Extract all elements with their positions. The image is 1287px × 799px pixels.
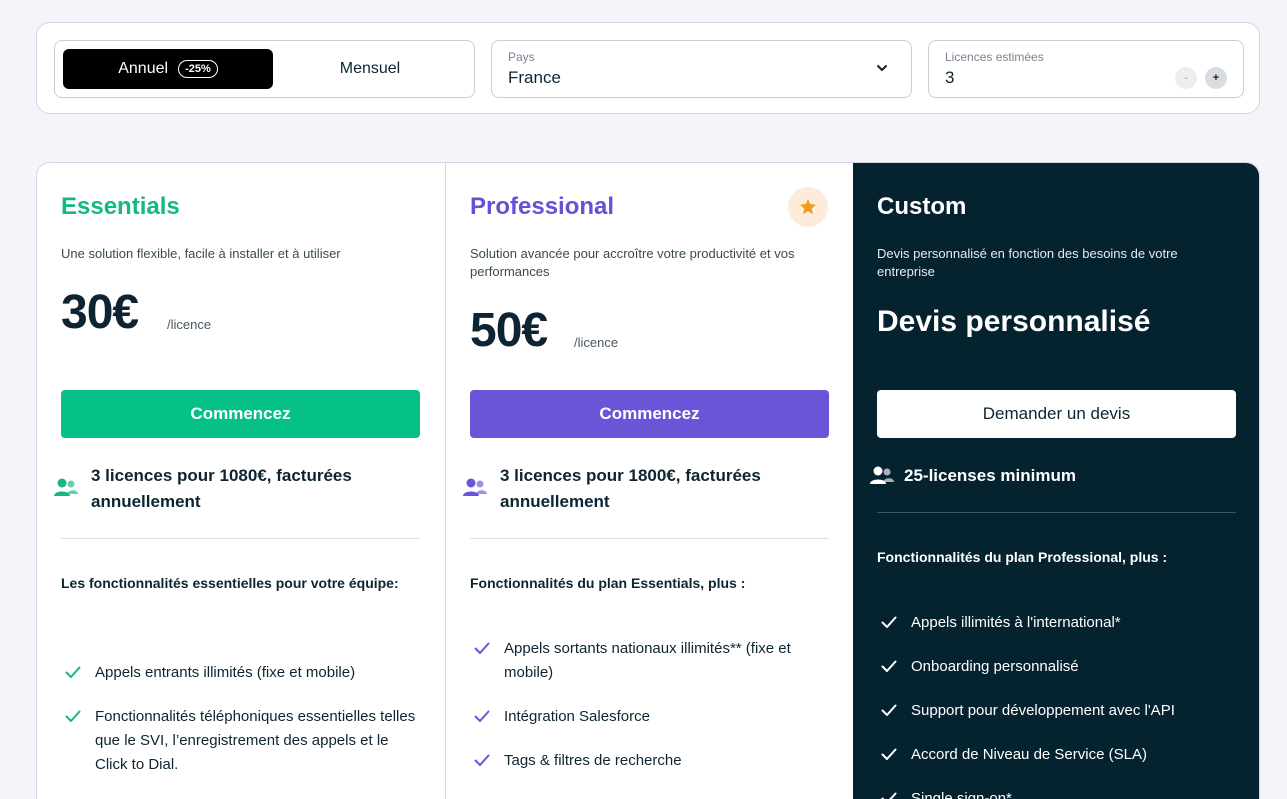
check-icon	[881, 616, 897, 628]
country-label: Pays	[508, 50, 535, 64]
feature-text: Onboarding personnalisé	[911, 658, 1079, 675]
chevron-down-icon[interactable]	[875, 61, 889, 75]
check-icon	[881, 792, 897, 799]
licence-summary: 25-licenses minimum	[904, 466, 1076, 485]
pricing-plans: Essentials Une solution flexible, facile…	[36, 162, 1260, 799]
divider	[470, 538, 829, 539]
feature-text: Support pour développement avec l'API	[911, 702, 1175, 719]
star-icon	[800, 199, 816, 214]
features-heading: Les fonctionnalités essentielles pour vo…	[61, 575, 399, 591]
billing-annual-label: Annuel	[118, 60, 169, 77]
plan-description: Une solution flexible, facile à installe…	[61, 246, 341, 261]
pricing-filters: Annuel -25% Mensuel Pays France Licences…	[36, 22, 1260, 114]
feature-text: Accord de Niveau de Service (SLA)	[911, 746, 1147, 763]
featured-badge	[788, 187, 828, 227]
plan-card-professional: Professional Solution avancée pour accro…	[445, 163, 853, 799]
plan-price-unit: /licence	[574, 335, 619, 350]
plan-description: Devis personnalisé en fonction des besoi…	[877, 246, 1178, 279]
feature-text: Fonctionnalités téléphoniques essentiell…	[95, 708, 416, 773]
licenses-input[interactable]: 3	[945, 68, 954, 88]
feature-item: Tags & filtres de recherche	[470, 749, 830, 773]
plan-price: 50€	[470, 304, 548, 357]
feature-item: Intégration Salesforce	[470, 705, 830, 729]
billing-annual-option[interactable]: Annuel -25%	[63, 49, 273, 89]
divider	[61, 538, 420, 539]
feature-text: Tags & filtres de recherche	[504, 752, 682, 769]
country-select[interactable]: Pays France	[491, 40, 912, 98]
plan-card-custom: Custom Devis personnalisé en fonction de…	[853, 163, 1259, 799]
licenses-stepper: Licences estimées 3 - +	[928, 40, 1244, 98]
billing-period-toggle: Annuel -25% Mensuel	[54, 40, 475, 98]
licenses-increment-button[interactable]: +	[1205, 67, 1227, 89]
features-heading: Fonctionnalités du plan Professional, pl…	[877, 549, 1168, 565]
country-value: France	[508, 68, 561, 87]
annual-discount-badge: -25%	[178, 60, 218, 78]
plan-price: 30€	[61, 286, 139, 339]
users-icon	[870, 466, 894, 484]
feature-text: Intégration Salesforce	[504, 708, 650, 725]
plan-name: Custom	[877, 193, 967, 220]
feature-item: Appels illimités à l'international*	[877, 611, 1237, 635]
feature-item: Support pour développement avec l'API	[877, 699, 1237, 723]
start-professional-button[interactable]: Commencez	[470, 390, 829, 438]
check-icon	[65, 710, 81, 722]
feature-item: Fonctionnalités téléphoniques essentiell…	[61, 705, 421, 777]
start-essentials-button[interactable]: Commencez	[61, 390, 420, 438]
check-icon	[474, 642, 490, 654]
divider	[877, 512, 1236, 513]
users-icon	[463, 478, 487, 496]
billing-monthly-option[interactable]: Mensuel	[273, 49, 467, 89]
feature-text: Single sign-on*	[911, 790, 1012, 799]
features-heading: Fonctionnalités du plan Essentials, plus…	[470, 575, 746, 591]
users-icon	[54, 478, 78, 496]
check-icon	[881, 704, 897, 716]
check-icon	[881, 748, 897, 760]
feature-text: Appels illimités à l'international*	[911, 614, 1121, 631]
check-icon	[65, 666, 81, 678]
plan-price: Devis personnalisé	[877, 305, 1151, 338]
feature-text: Appels sortants nationaux illimités** (f…	[504, 640, 791, 681]
feature-text: Appels entrants illimités (fixe et mobil…	[95, 664, 356, 681]
plan-description: Solution avancée pour accroître votre pr…	[470, 246, 795, 279]
feature-item: Accord de Niveau de Service (SLA)	[877, 743, 1237, 767]
licenses-decrement-button[interactable]: -	[1175, 67, 1197, 89]
check-icon	[474, 710, 490, 722]
request-quote-button[interactable]: Demander un devis	[877, 390, 1236, 438]
billing-monthly-label: Mensuel	[339, 60, 401, 77]
feature-item: Appels sortants nationaux illimités** (f…	[470, 637, 830, 685]
plan-name: Professional	[470, 193, 615, 220]
plan-price-unit: /licence	[167, 317, 212, 332]
licenses-label: Licences estimées	[945, 50, 1044, 64]
plan-card-essentials: Essentials Une solution flexible, facile…	[37, 163, 445, 799]
plan-name: Essentials	[61, 193, 180, 220]
licence-summary: 3 licences pour 1080€, facturées annuell…	[91, 466, 352, 511]
licence-summary: 3 licences pour 1800€, facturées annuell…	[500, 466, 761, 511]
feature-item: Onboarding personnalisé	[877, 655, 1237, 679]
feature-item: Single sign-on*	[877, 787, 1237, 799]
check-icon	[474, 754, 490, 766]
check-icon	[881, 660, 897, 672]
feature-item: Appels entrants illimités (fixe et mobil…	[61, 661, 421, 685]
